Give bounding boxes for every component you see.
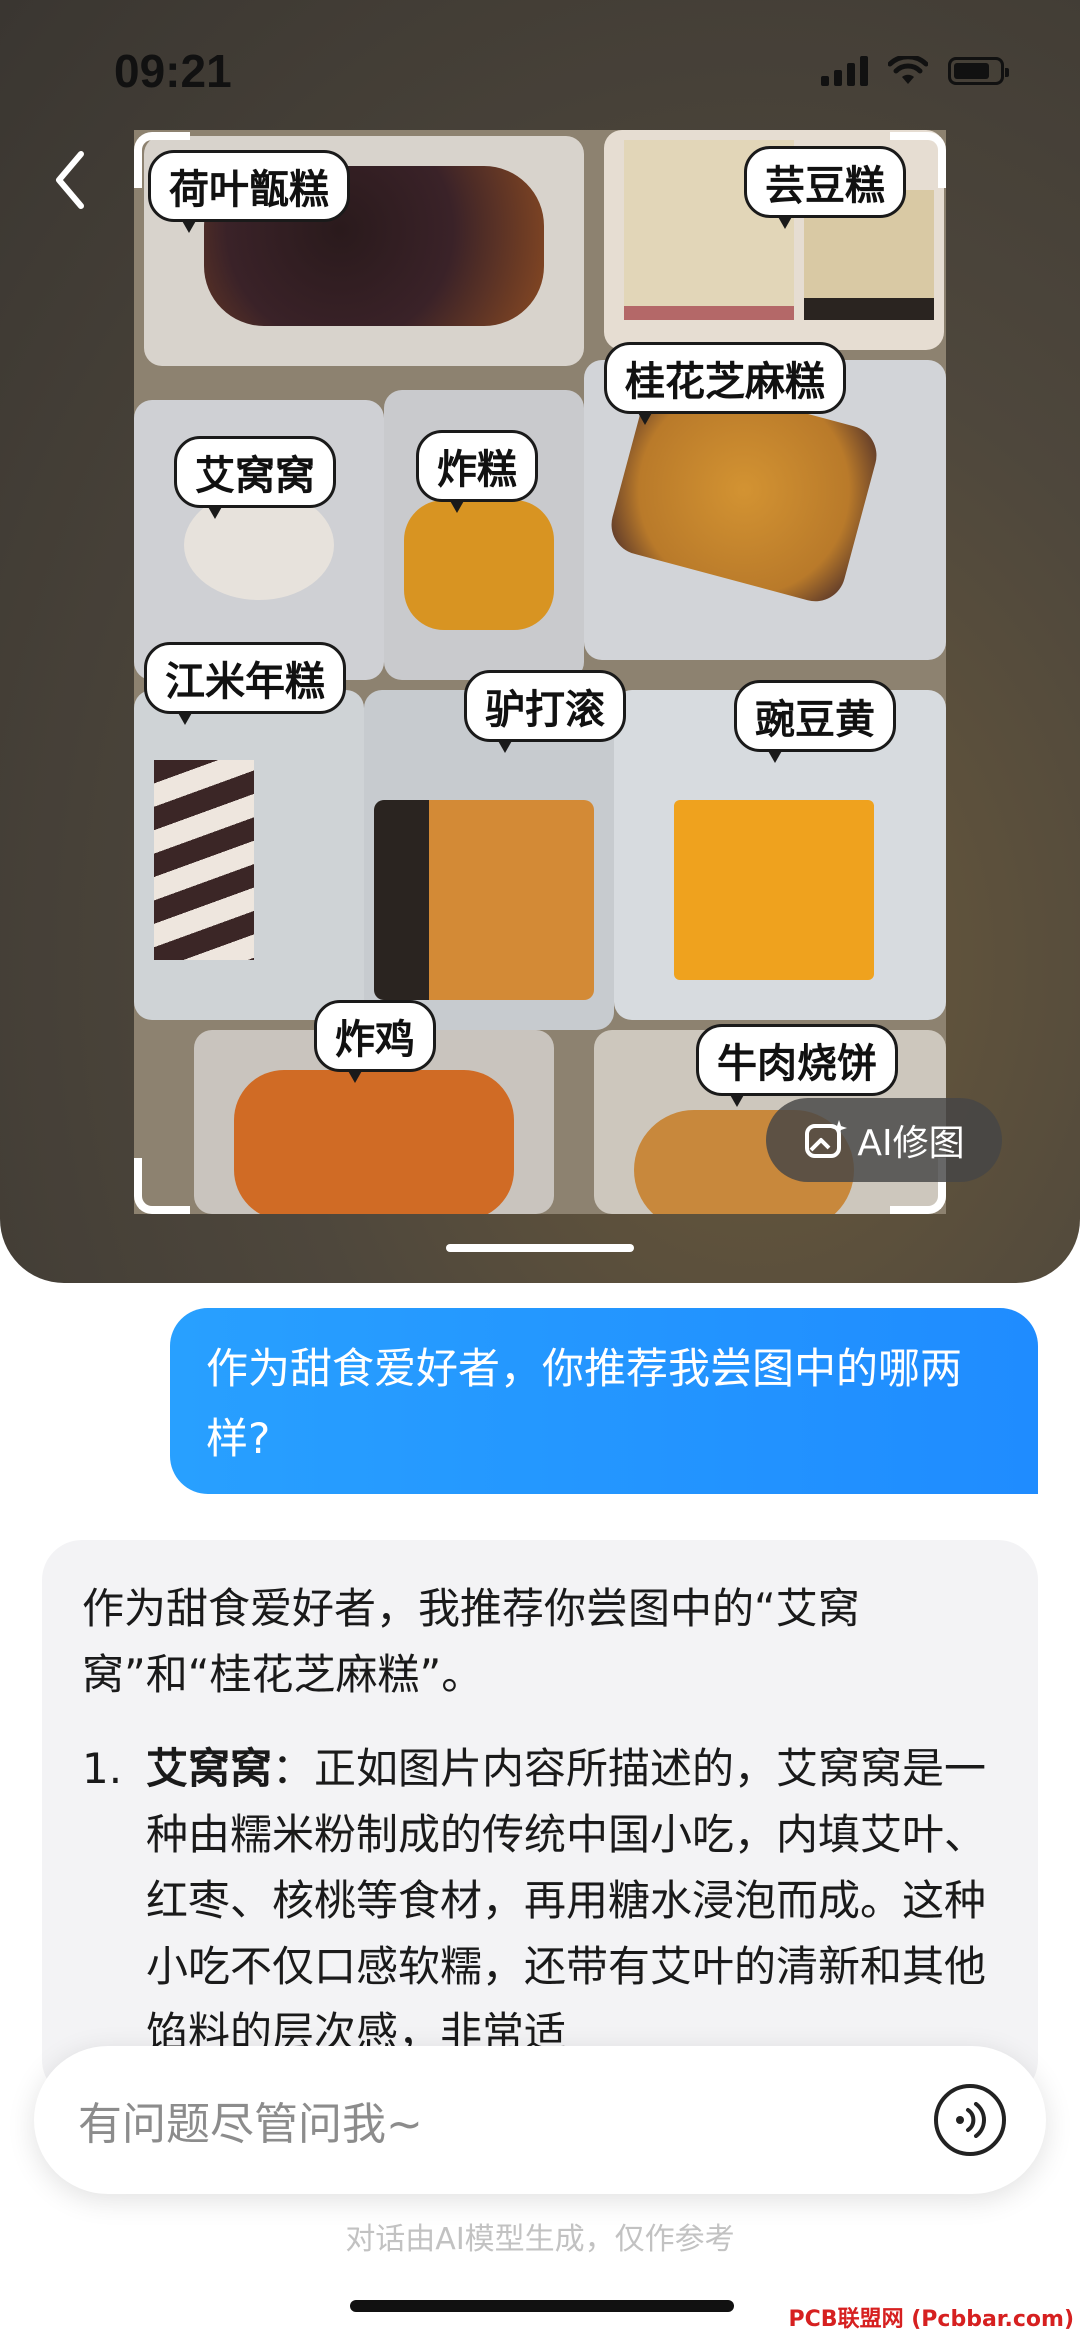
home-indicator xyxy=(350,2300,734,2312)
image-edit-icon xyxy=(805,1120,848,1158)
crop-corner-top-right[interactable] xyxy=(890,132,946,188)
voice-call-button[interactable] xyxy=(934,2084,1006,2156)
sound-wave-icon xyxy=(956,2102,986,2138)
crop-corner-top-left[interactable] xyxy=(134,132,190,188)
label-zhaji: 炸鸡 xyxy=(314,1000,436,1083)
user-message-bubble: 作为甜食爱好者，你推荐我尝图中的哪两样? xyxy=(170,1308,1038,1494)
crop-corner-bottom-left[interactable] xyxy=(134,1158,190,1214)
label-aiwowo: 艾窝窝 xyxy=(174,436,336,519)
user-message-text: 作为甜食爱好者，你推荐我尝图中的哪两样? xyxy=(206,1344,963,1463)
drag-handle[interactable] xyxy=(446,1244,634,1252)
status-bar: 09:21 xyxy=(0,0,1080,140)
label-yundougao: 芸豆糕 xyxy=(744,146,906,229)
ai-list-item: 1. 艾窝窝：正如图片内容所描述的，艾窝窝是一种由糯米粉制成的传统中国小吃，内填… xyxy=(82,1736,998,2066)
cellular-signal-icon xyxy=(821,56,868,86)
status-icons xyxy=(821,56,1009,86)
ai-edit-label: AI修图 xyxy=(857,1123,965,1164)
label-jiangmi-niangao: 江米年糕 xyxy=(144,642,346,725)
chevron-left-icon xyxy=(56,151,84,209)
food-photo[interactable]: 荷叶甑糕 芸豆糕 桂花芝麻糕 艾窝窝 炸糕 江米年糕 驴打滚 豌豆黄 炸鸡 牛肉… xyxy=(134,130,946,1214)
label-zhagao: 炸糕 xyxy=(416,430,538,513)
label-guihua-zhimagao: 桂花芝麻糕 xyxy=(604,342,846,425)
ai-list-text: ：正如图片内容所描述的，艾窝窝是一种由糯米粉制成的传统中国小吃，内填艾叶、红枣、… xyxy=(146,1744,987,2057)
ai-list-title: 艾窝窝 xyxy=(146,1744,273,1793)
ai-response-card: 作为甜食爱好者，我推荐你尝图中的“艾窝窝”和“桂花芝麻糕”。 1. 艾窝窝：正如… xyxy=(42,1540,1038,2100)
wifi-icon xyxy=(888,56,928,84)
label-wandouhuang: 豌豆黄 xyxy=(734,680,896,763)
back-button[interactable] xyxy=(40,140,100,220)
chat-input-placeholder[interactable]: 有问题尽管问我~ xyxy=(78,2088,934,2152)
label-lvdagun: 驴打滚 xyxy=(464,670,626,753)
ai-disclaimer: 对话由AI模型生成，仅作参考 xyxy=(345,2222,735,2257)
watermark-text: PCB联盟网 (Pcbbar.com) xyxy=(788,2307,1074,2332)
battery-icon xyxy=(948,57,1009,85)
status-time: 09:21 xyxy=(114,45,232,97)
ai-edit-button[interactable]: AI修图 xyxy=(766,1098,1002,1182)
photo-panel: 09:21 荷叶甑糕 芸豆糕 桂花芝麻糕 艾窝窝 炸糕 江米年糕 驴打滚 豌豆黄… xyxy=(0,0,1080,1283)
ai-list-number: 1. xyxy=(82,1744,123,1793)
label-niurou-shaobing: 牛肉烧饼 xyxy=(696,1024,898,1107)
chat-input-bar[interactable]: 有问题尽管问我~ xyxy=(34,2046,1046,2194)
ai-intro-text: 作为甜食爱好者，我推荐你尝图中的“艾窝窝”和“桂花芝麻糕”。 xyxy=(82,1584,860,1699)
ai-list-body: 艾窝窝：正如图片内容所描述的，艾窝窝是一种由糯米粉制成的传统中国小吃，内填艾叶、… xyxy=(146,1736,998,2066)
food-jiangmi-niangao xyxy=(134,690,364,1020)
